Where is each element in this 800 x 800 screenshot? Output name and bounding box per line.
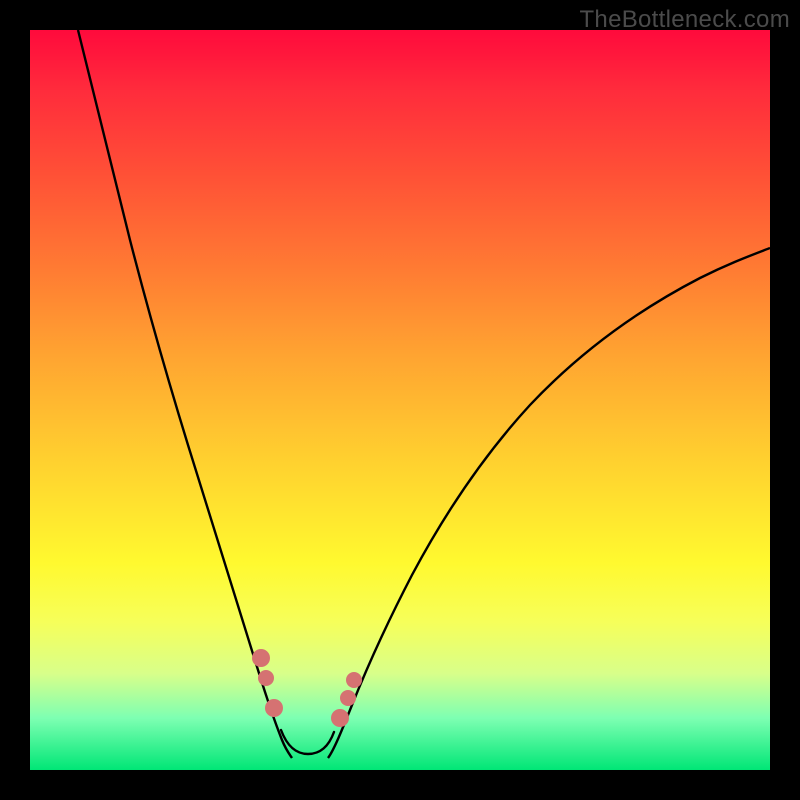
marker-dot [252, 649, 270, 667]
curve-right [328, 248, 770, 758]
bottom-marker-band [281, 730, 334, 754]
watermark-text: TheBottleneck.com [579, 6, 790, 34]
marker-dot [258, 670, 274, 686]
marker-dot [346, 672, 362, 688]
curve-svg [30, 30, 770, 770]
chart-frame: TheBottleneck.com [0, 0, 800, 800]
plot-area [30, 30, 770, 770]
marker-dot [265, 699, 283, 717]
marker-dot [340, 690, 356, 706]
curve-left [78, 30, 292, 758]
marker-dot [331, 709, 349, 727]
